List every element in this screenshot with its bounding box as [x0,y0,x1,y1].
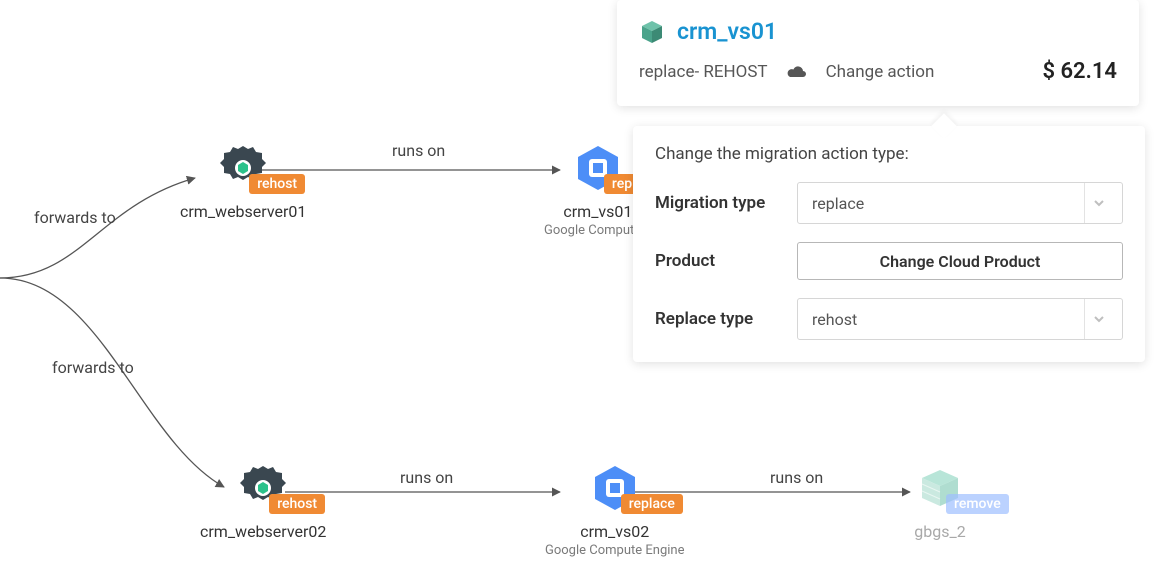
edge-label-forwards-1: forwards to [34,208,116,227]
replace-type-select[interactable]: rehost [797,298,1123,340]
migration-type-label: Migration type [655,193,797,213]
price: $ 62.14 [1042,59,1117,84]
edge-label-forwards-2: forwards to [52,358,134,377]
change-action-popover: Change the migration action type: Migrat… [633,126,1145,362]
action-text: replace- REHOST [639,62,768,82]
replace-type-value: rehost [812,310,857,329]
tag-rehost: rehost [269,494,325,514]
change-cloud-product-button[interactable]: Change Cloud Product [797,242,1123,280]
cube-icon [639,19,665,45]
node-gbgs-2[interactable]: remove gbgs_2 [912,460,968,541]
node-crm-webserver01[interactable]: rehost crm_webserver01 [180,140,306,221]
tag-remove: remove [946,494,1009,514]
form-heading: Change the migration action type: [655,144,1123,164]
chevron-down-icon [1092,312,1106,326]
edge-label-runs-2: runs on [400,468,453,487]
node-label: crm_vs01 [563,202,632,221]
node-label: crm_webserver01 [180,202,306,221]
node-sublabel: Google Compute Engine [545,543,684,558]
detail-panel: crm_vs01 replace- REHOST Change action $… [617,0,1139,106]
tag-replace: replace [621,494,683,514]
panel-title: crm_vs01 [677,18,777,45]
node-label: crm_vs02 [580,522,649,541]
edge-label-runs-3: runs on [770,468,823,487]
node-label: gbgs_2 [914,522,965,541]
migration-type-select[interactable]: replace [797,182,1123,224]
node-crm-webserver02[interactable]: rehost crm_webserver02 [200,460,326,541]
tag-rehost: rehost [249,174,305,194]
migration-type-value: replace [812,194,864,213]
node-label: crm_webserver02 [200,522,326,541]
cloud-icon [786,64,808,80]
change-action-link[interactable]: Change action [826,62,935,82]
product-label: Product [655,251,797,271]
chevron-down-icon [1092,196,1106,210]
edge-label-runs-1: runs on [392,141,445,160]
node-crm-vs02[interactable]: replace crm_vs02 Google Compute Engine [545,460,684,558]
replace-type-label: Replace type [655,309,797,329]
